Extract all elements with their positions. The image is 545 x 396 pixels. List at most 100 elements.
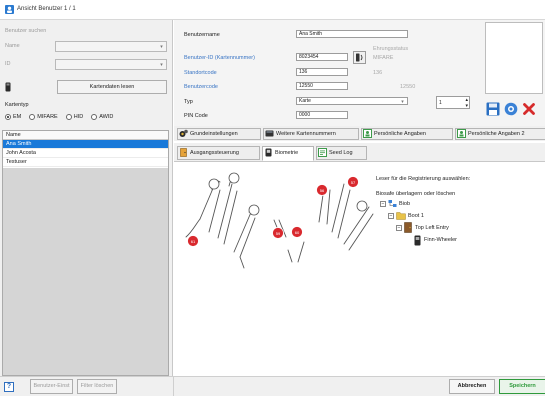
radio-awid[interactable]	[91, 113, 98, 120]
tree-level-2[interactable]: Top Left Entry	[415, 225, 449, 231]
tab-label: Seed Log	[329, 150, 353, 156]
enroll-settings-button[interactable]: Benutzer-Einst	[30, 379, 73, 394]
user-search-panel: Benutzer suchen Name ▾ ID ▾ Kartendaten …	[0, 20, 173, 376]
help-button[interactable]: ?	[4, 382, 14, 392]
biosafe-hint: Biosafe überlagern oder löschen	[376, 191, 456, 197]
user-list-empty-area	[3, 168, 168, 375]
finger-number-label: 57	[351, 180, 356, 185]
save-photo-icon[interactable]	[486, 102, 500, 116]
tree-level-1[interactable]: Boot 1	[408, 213, 424, 219]
finger-number-label: 60	[295, 230, 300, 235]
radio-em[interactable]	[5, 113, 11, 120]
hands-diagram: 61 59 60 56 57	[185, 172, 374, 269]
radio-em-label: EM	[13, 113, 22, 120]
card-type-label: Kartentyp	[5, 102, 29, 108]
divider	[173, 377, 174, 396]
username-input[interactable]: Ana Smith	[296, 30, 408, 38]
user-list-row[interactable]: Ana Smith	[3, 140, 168, 149]
window-title: Ansicht Benutzer 1 / 1	[17, 6, 76, 12]
tab-output-control[interactable]: Ausgangssteuerung	[177, 146, 260, 160]
finger-right-ring[interactable]	[356, 200, 368, 212]
bottom-action-bar: ? Benutzer-Einst Filter löschen Abbreche…	[0, 376, 545, 396]
card-type-group: EM MIFARE HID AWID	[5, 112, 119, 121]
pin-code-label: PIN Code	[184, 113, 208, 119]
search-id-field[interactable]: ▾	[55, 59, 167, 70]
user-list: Name Ana Smith John Acosta Testuser	[2, 130, 169, 376]
finger-left-pinky[interactable]	[208, 178, 220, 190]
id-card-icon	[457, 129, 466, 139]
tree-collapse-icon[interactable]: −	[380, 201, 386, 207]
door-icon	[180, 148, 187, 157]
spinner-arrows-icon[interactable]: ▴ ▾	[465, 97, 468, 108]
tab-basic-settings[interactable]: Grundeinstellungen	[177, 128, 261, 140]
cards-icon	[265, 130, 274, 137]
tree-level-3[interactable]: Finn-Wheeler	[424, 237, 457, 243]
fingerprint-reader-icon	[414, 235, 421, 246]
tab-label: Persönliche Angaben	[374, 131, 426, 137]
user-code-input[interactable]: 12550	[296, 82, 348, 90]
hint-text-4: 12550	[400, 84, 416, 90]
pin-code-input[interactable]: 0000	[296, 111, 348, 119]
spinner-value: 1	[439, 100, 442, 106]
user-code-label: Benutzercode	[184, 84, 218, 90]
tree-collapse-icon[interactable]: −	[396, 225, 402, 231]
tree-collapse-icon[interactable]: −	[388, 213, 394, 219]
tab-label: Grundeinstellungen	[190, 131, 238, 137]
settings-icon	[179, 129, 188, 138]
read-card-icon[interactable]	[353, 51, 366, 64]
folder-icon	[396, 212, 406, 220]
user-list-column-header[interactable]: Name	[3, 131, 168, 140]
type-select-value: Karte	[299, 98, 311, 104]
fingerprint-reader-icon	[265, 148, 272, 157]
card-reader-icon	[5, 82, 11, 92]
cancel-button[interactable]: Abbrechen	[449, 379, 495, 394]
network-icon	[388, 200, 397, 207]
search-name-field[interactable]: ▾	[55, 41, 167, 52]
tab-personal-data-2[interactable]: Persönliche Angaben 2	[455, 128, 545, 140]
type-select[interactable]: Karte ▾	[296, 97, 408, 105]
user-list-row[interactable]: John Acosta	[3, 149, 168, 158]
finger-left-ring[interactable]	[228, 172, 240, 184]
radio-hid[interactable]	[65, 113, 72, 120]
tab-personal-data[interactable]: Persönliche Angaben	[361, 128, 453, 140]
tab-row-1: Grundeinstellungen Weitere Kartennummern…	[174, 126, 545, 141]
tab-label: Biometrie	[275, 150, 299, 156]
hint-text-1: Ehrungsstatus	[373, 46, 409, 52]
hint-text-3: 136	[373, 70, 383, 76]
search-header: Benutzer suchen	[5, 28, 47, 34]
user-id-label: Benutzer-ID (Kartennummer)	[184, 55, 255, 61]
finger-number-label: 61	[191, 239, 196, 244]
finger-left-index[interactable]	[248, 204, 260, 216]
type-label: Typ	[184, 99, 193, 105]
search-id-label: ID	[5, 61, 11, 67]
app-icon	[5, 5, 14, 14]
search-name-label: Name	[5, 43, 20, 49]
tab-label: Weitere Kartennummern	[276, 131, 336, 137]
log-icon	[318, 148, 327, 158]
tab-label: Ausgangssteuerung	[190, 150, 239, 156]
tab-biometrics[interactable]: Biometrie	[262, 146, 314, 161]
dropdown-arrow-icon: ▾	[160, 62, 163, 68]
user-photo-area[interactable]	[485, 22, 543, 94]
title-bar: Ansicht Benutzer 1 / 1	[0, 0, 545, 20]
clear-filter-button[interactable]: Filter löschen	[77, 379, 117, 394]
user-id-input[interactable]: 8023454	[296, 53, 348, 61]
tab-more-card-numbers[interactable]: Weitere Kartennummern	[263, 128, 359, 140]
radio-awid-label: AWID	[99, 113, 114, 120]
read-card-button[interactable]: Kartendaten lesen	[57, 80, 167, 94]
quantity-spinner[interactable]: 1 ▴ ▾	[436, 96, 470, 109]
delete-photo-icon[interactable]	[522, 102, 536, 116]
save-button[interactable]: Speichern	[499, 379, 545, 394]
radio-mifare[interactable]	[29, 113, 36, 120]
camera-icon[interactable]	[504, 102, 518, 116]
tree-root[interactable]: Biob	[399, 201, 410, 207]
reader-instruction: Leser für die Registrierung auswählen:	[376, 176, 471, 182]
user-list-row[interactable]: Testuser	[3, 158, 168, 167]
left-hand-outline	[185, 177, 258, 269]
site-code-input[interactable]: 136	[296, 68, 348, 76]
tab-seed-log[interactable]: Seed Log	[316, 146, 367, 160]
door-icon	[404, 222, 412, 233]
user-details-form: Benutzername Ana Smith Benutzer-ID (Kart…	[174, 20, 545, 126]
radio-hid-label: HID	[73, 113, 84, 120]
hint-text-2: MIFARE	[373, 55, 394, 61]
